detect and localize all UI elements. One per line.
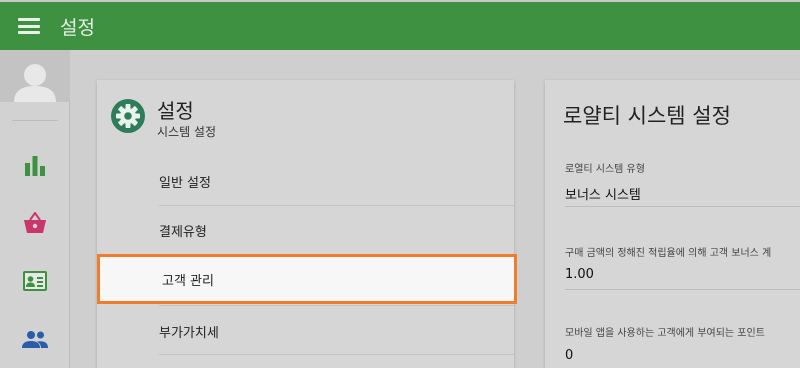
menu-divider xyxy=(159,305,514,306)
loyalty-card-title: 로얄티 시스템 설정 xyxy=(563,104,731,128)
menu-item-label: 일반 설정 xyxy=(159,175,211,191)
menu-icon[interactable] xyxy=(18,18,40,34)
loyalty-type-select[interactable]: 보너스 시스템 xyxy=(565,184,641,203)
menu-item-label: 결제유형 xyxy=(159,224,207,240)
menu-item-customer-management[interactable]: 고객 관리 xyxy=(97,254,517,304)
loyalty-type-label: 로열티 시스템 유형 xyxy=(565,164,645,175)
menu-divider xyxy=(159,354,514,355)
settings-card-title: 설정 xyxy=(157,99,194,123)
employees-nav-item[interactable] xyxy=(20,324,50,354)
top-app-bar: 설정 xyxy=(0,0,800,50)
menu-item-general-settings[interactable]: 일반 설정 xyxy=(159,157,514,205)
contact-card-icon xyxy=(23,271,47,291)
bonus-rate-label: 구매 금액의 정해진 적립율에 의해 고객 보너스 계 xyxy=(565,248,772,259)
settings-card-subtitle: 시스템 설정 xyxy=(157,125,217,139)
navigation-rail xyxy=(0,50,70,368)
menu-item-label: 부가가치세 xyxy=(159,325,219,341)
customers-nav-item[interactable] xyxy=(20,266,50,296)
field-underline xyxy=(565,206,800,207)
settings-card: 설정 시스템 설정 일반 설정 결제유형 부가가치세 xyxy=(97,80,514,368)
rail-divider xyxy=(12,120,58,121)
menu-item-payment-types[interactable]: 결제유형 xyxy=(159,206,514,254)
app-points-input[interactable]: 0 xyxy=(565,348,573,363)
reports-nav-item[interactable] xyxy=(20,150,50,180)
sales-nav-item[interactable] xyxy=(20,208,50,238)
basket-icon xyxy=(24,212,46,233)
menu-item-label: 고객 관리 xyxy=(162,273,214,289)
avatar[interactable] xyxy=(0,50,70,102)
people-icon xyxy=(22,331,48,348)
gear-icon xyxy=(111,99,145,133)
app-points-label: 모바일 앱을 사용하는 고객에게 부여되는 포인트 xyxy=(565,328,765,339)
bonus-rate-input[interactable]: 1.00 xyxy=(565,267,594,282)
loyalty-settings-card: 로얄티 시스템 설정 로열티 시스템 유형 보너스 시스템 구매 금액의 정해진… xyxy=(545,80,800,368)
menu-item-vat[interactable]: 부가가치세 xyxy=(159,307,514,355)
bar-chart-icon xyxy=(25,156,45,176)
page-title: 설정 xyxy=(60,16,95,39)
field-underline xyxy=(565,289,800,290)
